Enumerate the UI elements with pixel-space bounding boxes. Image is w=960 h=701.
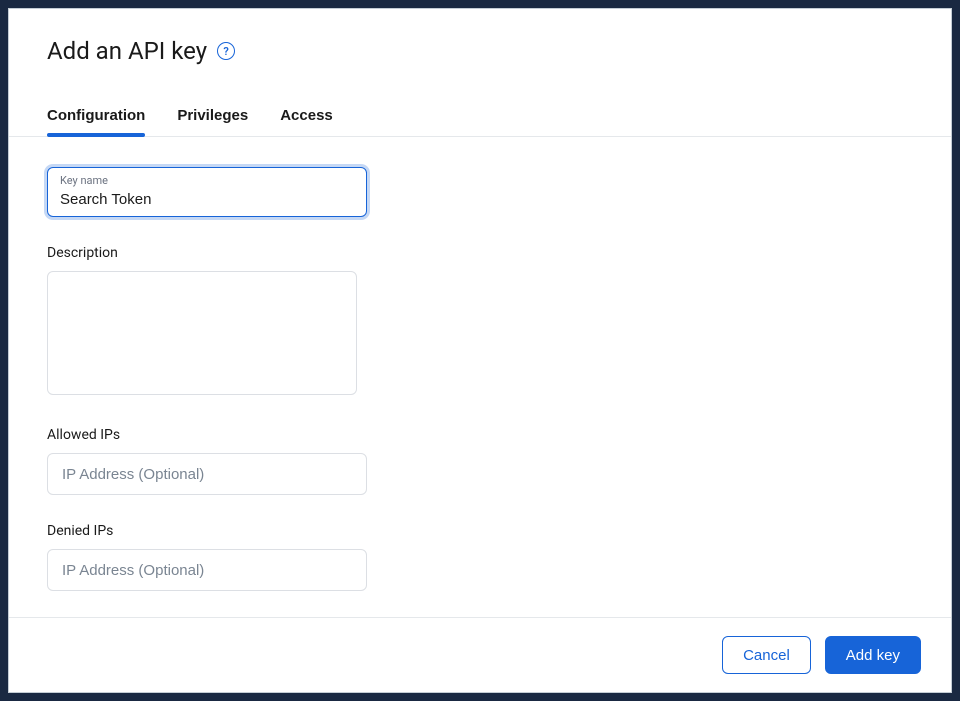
tabs: Configuration Privileges Access (9, 97, 951, 137)
denied-ips-input[interactable] (47, 549, 367, 591)
key-name-label: Key name (60, 174, 354, 187)
key-name-group: Key name (47, 167, 913, 217)
denied-ips-group: Denied IPs (47, 523, 913, 591)
allowed-ips-group: Allowed IPs (47, 427, 913, 495)
modal-footer: Cancel Add key (9, 617, 951, 692)
add-api-key-modal: Add an API key ? Configuration Privilege… (8, 8, 952, 693)
key-name-field[interactable]: Key name (47, 167, 367, 217)
allowed-ips-input[interactable] (47, 453, 367, 495)
modal-title: Add an API key (47, 37, 207, 65)
add-key-button[interactable]: Add key (825, 636, 921, 674)
title-row: Add an API key ? (47, 37, 913, 65)
cancel-button[interactable]: Cancel (722, 636, 811, 674)
allowed-ips-label: Allowed IPs (47, 427, 913, 443)
modal-body: Key name Description Allowed IPs Denied … (9, 137, 951, 617)
tab-privileges[interactable]: Privileges (177, 97, 248, 136)
denied-ips-label: Denied IPs (47, 523, 913, 539)
tab-access[interactable]: Access (280, 97, 333, 136)
help-icon[interactable]: ? (217, 42, 235, 60)
tab-configuration[interactable]: Configuration (47, 97, 145, 136)
description-label: Description (47, 245, 913, 261)
description-input[interactable] (47, 271, 357, 395)
description-group: Description (47, 245, 913, 399)
key-name-input[interactable] (60, 191, 354, 208)
modal-header: Add an API key ? (9, 9, 951, 65)
